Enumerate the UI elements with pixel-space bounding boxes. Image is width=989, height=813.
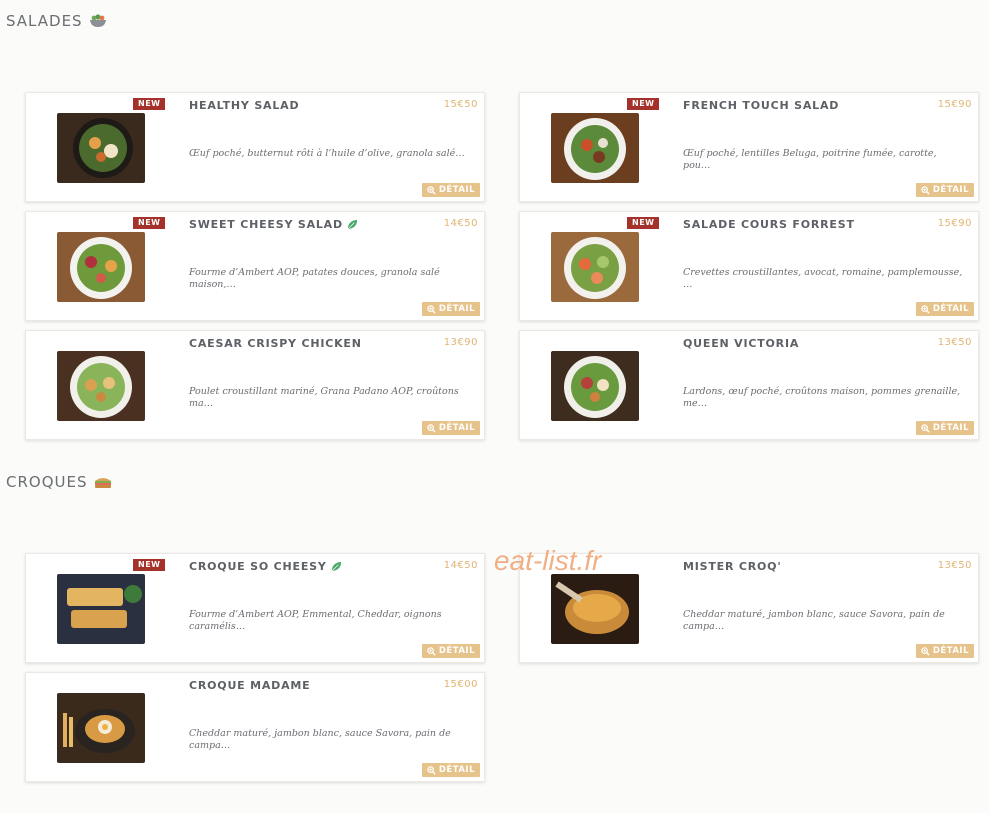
dish-photo (551, 113, 639, 183)
dish-photo (551, 574, 639, 644)
item-price: 14€50 (443, 218, 478, 229)
dish-photo (57, 574, 145, 644)
item-name: CROQUE MADAME (189, 679, 311, 692)
item-description: Cheddar maturé, jambon blanc, sauce Savo… (189, 728, 451, 751)
zoom-in-icon (427, 765, 436, 775)
item-description: Poulet croustillant mariné, Grana Padano… (189, 386, 459, 409)
section-title-text: CROQUES (6, 473, 88, 491)
item-description: Œuf poché, butternut rôti à l’huile d’ol… (189, 148, 465, 159)
new-badge: NEW (133, 98, 166, 110)
zoom-in-icon (427, 646, 436, 656)
item-price: 13€50 (937, 337, 972, 348)
dish-photo (57, 113, 145, 183)
item-price: 14€50 (443, 560, 478, 571)
item-name: MISTER CROQ' (683, 560, 782, 573)
menu-item-card[interactable]: NEW SALADE COURS FORREST 15€90 Crevettes… (519, 211, 979, 321)
section-title-text: SALADES (6, 12, 83, 30)
dish-photo (551, 351, 639, 421)
item-description: Cheddar maturé, jambon blanc, sauce Savo… (683, 609, 945, 632)
zoom-in-icon (921, 423, 930, 433)
new-badge: NEW (133, 559, 166, 571)
zoom-in-icon (427, 304, 436, 314)
item-price: 13€90 (443, 337, 478, 348)
detail-button[interactable]: DÉTAIL (915, 421, 974, 435)
section-title-salades: SALADES (6, 12, 107, 30)
menu-item-card[interactable]: NEW HEALTHY SALAD 15€50 Œuf poché, butte… (25, 92, 485, 202)
item-name: SALADE COURS FORREST (683, 218, 855, 231)
vegetarian-leaf-icon (347, 219, 358, 230)
item-price: 15€50 (443, 99, 478, 110)
item-description: Lardons, œuf poché, croûtons maison, pom… (683, 386, 961, 409)
dish-photo (57, 232, 145, 302)
menu-item-card[interactable]: NEW FRENCH TOUCH SALAD 15€90 Œuf poché, … (519, 92, 979, 202)
detail-button[interactable]: DÉTAIL (915, 302, 974, 316)
item-name: SWEET CHEESY SALAD (189, 218, 358, 231)
item-name: CROQUE SO CHEESY (189, 560, 342, 573)
detail-button[interactable]: DÉTAIL (421, 421, 480, 435)
item-name: HEALTHY SALAD (189, 99, 300, 112)
menu-item-card[interactable]: QUEEN VICTORIA 13€50 Lardons, œuf poché,… (519, 330, 979, 440)
item-price: 15€90 (937, 218, 972, 229)
item-description: Fourme d’Ambert AOP, patates douces, gra… (189, 267, 440, 290)
zoom-in-icon (427, 185, 436, 195)
zoom-in-icon (427, 423, 436, 433)
detail-button[interactable]: DÉTAIL (421, 763, 480, 777)
item-description: Fourme d’Ambert AOP, Emmental, Cheddar, … (189, 609, 442, 632)
menu-item-card[interactable]: NEW SWEET CHEESY SALAD 14€50 Fourme d’Am… (25, 211, 485, 321)
zoom-in-icon (921, 646, 930, 656)
item-name: QUEEN VICTORIA (683, 337, 800, 350)
detail-button[interactable]: DÉTAIL (915, 183, 974, 197)
menu-item-card[interactable]: NEW CROQUE SO CHEESY 14€50 Fourme d’Ambe… (25, 553, 485, 663)
detail-button[interactable]: DÉTAIL (421, 183, 480, 197)
menu-item-card[interactable]: CAESAR CRISPY CHICKEN 13€90 Poulet crous… (25, 330, 485, 440)
zoom-in-icon (921, 185, 930, 195)
vegetarian-leaf-icon (331, 561, 341, 572)
item-name: FRENCH TOUCH SALAD (683, 99, 840, 112)
item-price: 15€00 (443, 679, 478, 690)
detail-button[interactable]: DÉTAIL (421, 302, 480, 316)
section-title-croques: CROQUES (6, 473, 112, 491)
sandwich-icon (94, 478, 111, 488)
item-description: Crevettes croustillantes, avocat, romain… (683, 267, 963, 290)
item-description: Œuf poché, lentilles Beluga, poitrine fu… (683, 148, 937, 171)
item-price: 15€90 (937, 99, 972, 110)
detail-button[interactable]: DÉTAIL (915, 644, 974, 658)
watermark: eat-list.fr (494, 545, 602, 576)
salad-bowl-icon (89, 14, 106, 27)
dish-photo (551, 232, 639, 302)
item-price: 13€50 (937, 560, 972, 571)
dish-photo (57, 693, 145, 763)
item-name: CAESAR CRISPY CHICKEN (189, 337, 362, 350)
detail-button[interactable]: DÉTAIL (421, 644, 480, 658)
menu-item-card[interactable]: CROQUE MADAME 15€00 Cheddar maturé, jamb… (25, 672, 485, 782)
new-badge: NEW (133, 217, 166, 229)
new-badge: NEW (627, 217, 660, 229)
dish-photo (57, 351, 145, 421)
new-badge: NEW (627, 98, 660, 110)
zoom-in-icon (921, 304, 930, 314)
